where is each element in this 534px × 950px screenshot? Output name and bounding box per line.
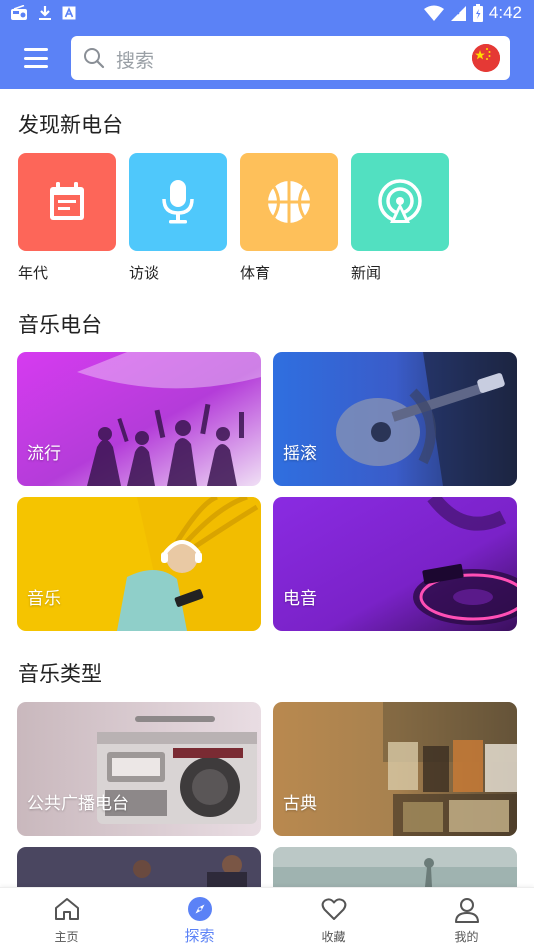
user-icon bbox=[454, 898, 479, 923]
dj-turntable-image bbox=[273, 497, 517, 631]
nav-home-label: 主页 bbox=[54, 930, 79, 944]
menu-button[interactable] bbox=[18, 44, 54, 72]
nav-explore-label: 探索 bbox=[184, 927, 215, 945]
card-rock[interactable]: 摇滚 bbox=[273, 352, 517, 486]
card-classical[interactable]: 古典 bbox=[273, 702, 517, 836]
card-electronic-label: 电音 bbox=[283, 589, 317, 609]
menu-icon bbox=[24, 48, 48, 51]
tile-talk[interactable] bbox=[129, 153, 227, 251]
tile-talk-label: 访谈 bbox=[129, 264, 160, 282]
card-classical-label: 古典 bbox=[283, 794, 317, 814]
tile-era[interactable] bbox=[18, 153, 116, 251]
tile-sports-label: 体育 bbox=[240, 264, 271, 282]
explore-screen: 4:42 搜索 发现新电台 年代 访谈 体育 新闻 音乐电台 流行 摇滚 音乐 … bbox=[0, 0, 534, 950]
listener-headphones-image bbox=[17, 497, 261, 631]
home-icon bbox=[54, 898, 79, 920]
card-music-label: 音乐 bbox=[27, 589, 61, 609]
battery-icon bbox=[472, 4, 483, 22]
music-radio-section-title: 音乐电台 bbox=[18, 313, 102, 337]
top-app-bar: 4:42 搜索 bbox=[0, 0, 534, 89]
status-time: 4:42 bbox=[488, 3, 522, 22]
microphone-icon bbox=[162, 180, 194, 224]
nav-home[interactable]: 主页 bbox=[0, 888, 133, 950]
nav-favorites[interactable]: 收藏 bbox=[267, 888, 400, 950]
wifi-icon bbox=[423, 5, 444, 21]
boombox-image bbox=[17, 702, 261, 836]
music-types-section-title: 音乐类型 bbox=[18, 662, 102, 686]
calendar-icon bbox=[50, 182, 84, 220]
nav-explore[interactable]: 探索 bbox=[133, 888, 266, 950]
compass-icon bbox=[187, 897, 212, 921]
card-music[interactable]: 音乐 bbox=[17, 497, 261, 631]
nav-profile[interactable]: 我的 bbox=[400, 888, 533, 950]
tile-news-label: 新闻 bbox=[351, 264, 382, 282]
card-rock-label: 摇滚 bbox=[283, 444, 317, 464]
concert-crowd-image bbox=[17, 352, 261, 486]
status-bar: 4:42 bbox=[0, 0, 534, 28]
card-public-radio[interactable]: 公共广播电台 bbox=[17, 702, 261, 836]
search-input[interactable]: 搜索 bbox=[116, 46, 154, 73]
tile-news[interactable] bbox=[351, 153, 449, 251]
card-pop[interactable]: 流行 bbox=[17, 352, 261, 486]
country-flag-button[interactable] bbox=[472, 44, 500, 72]
heart-icon bbox=[321, 898, 346, 920]
download-notification-icon bbox=[39, 6, 51, 20]
search-icon bbox=[84, 48, 105, 69]
search-bar[interactable]: 搜索 bbox=[71, 36, 510, 80]
nav-favorites-label: 收藏 bbox=[321, 930, 346, 944]
app-notification-icon bbox=[62, 6, 76, 20]
broadcast-icon bbox=[378, 179, 422, 223]
vinyl-records-image bbox=[273, 702, 517, 836]
basketball-icon bbox=[268, 181, 310, 223]
card-public-radio-label: 公共广播电台 bbox=[27, 794, 129, 814]
tile-era-label: 年代 bbox=[18, 264, 49, 282]
guitar-image bbox=[273, 352, 517, 486]
radio-notification-icon bbox=[11, 5, 27, 20]
discover-section-title: 发现新电台 bbox=[18, 113, 123, 137]
card-electronic[interactable]: 电音 bbox=[273, 497, 517, 631]
nav-profile-label: 我的 bbox=[454, 930, 479, 944]
card-pop-label: 流行 bbox=[27, 444, 61, 464]
tile-sports[interactable] bbox=[240, 153, 338, 251]
bottom-navigation: 主页 探索 收藏 我的 bbox=[0, 887, 534, 950]
china-flag-icon bbox=[472, 44, 500, 72]
signal-icon bbox=[450, 5, 466, 21]
